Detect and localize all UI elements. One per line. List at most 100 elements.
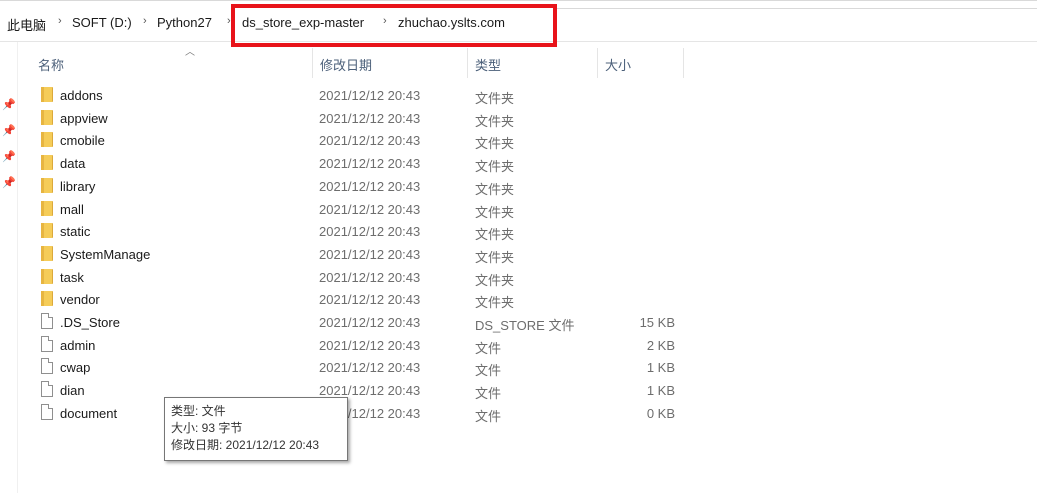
file-row[interactable]: appview 2021/12/12 20:43 文件夹 bbox=[0, 107, 1037, 130]
folder-icon bbox=[41, 87, 53, 102]
column-header-date[interactable]: 修改日期 bbox=[320, 55, 372, 74]
file-type: DS_STORE 文件 bbox=[475, 318, 575, 333]
breadcrumb-python27[interactable]: Python27 bbox=[157, 15, 212, 30]
file-row[interactable]: task 2021/12/12 20:43 文件夹 bbox=[0, 266, 1037, 289]
file-name: cwap bbox=[60, 360, 91, 376]
tooltip-size: 大小: 93 字节 bbox=[171, 421, 243, 435]
column-divider[interactable] bbox=[597, 48, 598, 78]
file-type: 文件夹 bbox=[475, 272, 515, 288]
file-icon bbox=[41, 403, 53, 420]
tooltip-type: 类型: 文件 bbox=[171, 404, 226, 418]
file-info-tooltip: 类型: 文件 大小: 93 字节 修改日期: 2021/12/12 20:43 bbox=[164, 397, 348, 461]
file-type: 文件夹 bbox=[475, 159, 515, 175]
folder-icon bbox=[41, 177, 53, 193]
column-divider[interactable] bbox=[467, 48, 468, 78]
file-name: library bbox=[60, 178, 96, 194]
folder-icon bbox=[41, 245, 53, 261]
file-row[interactable]: mall 2021/12/12 20:43 文件夹 bbox=[0, 198, 1037, 221]
file-row[interactable]: vendor 2021/12/12 20:43 文件夹 bbox=[0, 288, 1037, 311]
file-row[interactable]: cmobile 2021/12/12 20:43 文件夹 bbox=[0, 129, 1037, 152]
file-name: admin bbox=[60, 337, 96, 353]
file-row[interactable]: library 2021/12/12 20:43 文件夹 bbox=[0, 175, 1037, 198]
file-name: dian bbox=[60, 383, 85, 399]
address-bar-top-border bbox=[0, 0, 1037, 1]
file-date: 2021/12/12 20:43 bbox=[319, 178, 421, 194]
file-type: 文件 bbox=[475, 340, 502, 356]
breadcrumb-this-pc[interactable]: 此电脑 bbox=[7, 15, 46, 34]
file-icon bbox=[41, 358, 53, 375]
file-size: 2 KB bbox=[646, 337, 675, 353]
file-size: 1 KB bbox=[646, 383, 675, 399]
file-date: 2021/12/12 20:43 bbox=[319, 337, 421, 353]
file-row[interactable]: SystemManage 2021/12/12 20:43 文件夹 bbox=[0, 243, 1037, 266]
folder-icon bbox=[41, 268, 53, 284]
column-header-type[interactable]: 类型 bbox=[475, 55, 501, 74]
file-date: 2021/12/12 20:43 bbox=[319, 88, 421, 103]
file-type: 文件 bbox=[475, 408, 502, 424]
breadcrumb-separator-icon[interactable]: › bbox=[143, 15, 147, 27]
file-name: .DS_Store bbox=[60, 315, 120, 330]
column-divider[interactable] bbox=[683, 48, 684, 78]
file-icon bbox=[41, 381, 53, 398]
red-highlight-annotation bbox=[231, 4, 557, 47]
file-date: 2021/12/12 20:43 bbox=[319, 315, 421, 330]
file-size: 0 KB bbox=[646, 405, 675, 421]
address-bar-divider bbox=[557, 8, 1037, 9]
file-date: 2021/12/12 20:43 bbox=[319, 246, 421, 262]
folder-icon bbox=[41, 132, 53, 148]
file-icon bbox=[41, 313, 53, 329]
file-type: 文件 bbox=[475, 386, 502, 402]
folder-icon bbox=[41, 155, 53, 171]
file-icon bbox=[41, 335, 53, 352]
file-row[interactable]: .DS_Store 2021/12/12 20:43 DS_STORE 文件 1… bbox=[0, 311, 1037, 334]
file-name: static bbox=[60, 224, 91, 240]
file-date: 2021/12/12 20:43 bbox=[319, 292, 421, 308]
file-date: 2021/12/12 20:43 bbox=[319, 110, 421, 126]
file-row[interactable]: admin 2021/12/12 20:43 文件 2 KB bbox=[0, 334, 1037, 357]
file-type: 文件夹 bbox=[475, 113, 515, 129]
file-size: 15 KB bbox=[639, 315, 675, 330]
file-type: 文件夹 bbox=[475, 295, 515, 311]
file-type: 文件 bbox=[475, 363, 502, 379]
file-type: 文件夹 bbox=[475, 249, 515, 265]
sort-ascending-icon: ︿ bbox=[185, 47, 195, 58]
file-name: appview bbox=[60, 110, 108, 126]
column-header-row: ︿ 名称 修改日期 类型 大小 bbox=[18, 46, 1037, 80]
file-row[interactable]: addons 2021/12/12 20:43 文件夹 bbox=[0, 84, 1037, 107]
breadcrumb-soft-drive[interactable]: SOFT (D:) bbox=[72, 15, 132, 30]
file-type: 文件夹 bbox=[475, 136, 515, 152]
column-divider[interactable] bbox=[312, 48, 313, 78]
column-header-name[interactable]: 名称 bbox=[38, 55, 64, 74]
file-date: 2021/12/12 20:43 bbox=[319, 383, 421, 399]
file-row[interactable]: cwap 2021/12/12 20:43 文件 1 KB bbox=[0, 356, 1037, 379]
file-name: addons bbox=[60, 88, 103, 103]
file-name: vendor bbox=[60, 292, 100, 308]
column-header-size[interactable]: 大小 bbox=[605, 55, 631, 74]
folder-icon bbox=[41, 109, 53, 125]
folder-icon bbox=[41, 223, 53, 239]
file-row[interactable]: dian 2021/12/12 20:43 文件 1 KB bbox=[0, 379, 1037, 402]
file-name: data bbox=[60, 156, 86, 172]
file-row[interactable]: data 2021/12/12 20:43 文件夹 bbox=[0, 152, 1037, 175]
file-type: 文件夹 bbox=[475, 91, 515, 106]
file-date: 2021/12/12 20:43 bbox=[319, 360, 421, 376]
file-date: 2021/12/12 20:43 bbox=[319, 224, 421, 240]
file-name: cmobile bbox=[60, 133, 105, 149]
file-type: 文件夹 bbox=[475, 204, 515, 220]
file-name: mall bbox=[60, 201, 84, 217]
file-name: task bbox=[60, 269, 84, 285]
file-size: 1 KB bbox=[646, 360, 675, 376]
file-date: 2021/12/12 20:43 bbox=[319, 133, 421, 149]
file-name: SystemManage bbox=[60, 246, 151, 262]
file-row[interactable]: static 2021/12/12 20:43 文件夹 bbox=[0, 220, 1037, 243]
tooltip-date: 修改日期: 2021/12/12 20:43 bbox=[171, 438, 320, 452]
folder-icon bbox=[41, 200, 53, 216]
file-type: 文件夹 bbox=[475, 181, 515, 197]
file-date: 2021/12/12 20:43 bbox=[319, 269, 421, 285]
file-date: 2021/12/12 20:43 bbox=[319, 201, 421, 217]
file-row[interactable]: document 2021/12/12 20:43 文件 0 KB bbox=[0, 402, 1037, 425]
file-name: document bbox=[60, 405, 118, 421]
file-date: 2021/12/12 20:43 bbox=[319, 156, 421, 172]
breadcrumb-separator-icon[interactable]: › bbox=[58, 15, 62, 27]
folder-icon bbox=[41, 291, 53, 307]
